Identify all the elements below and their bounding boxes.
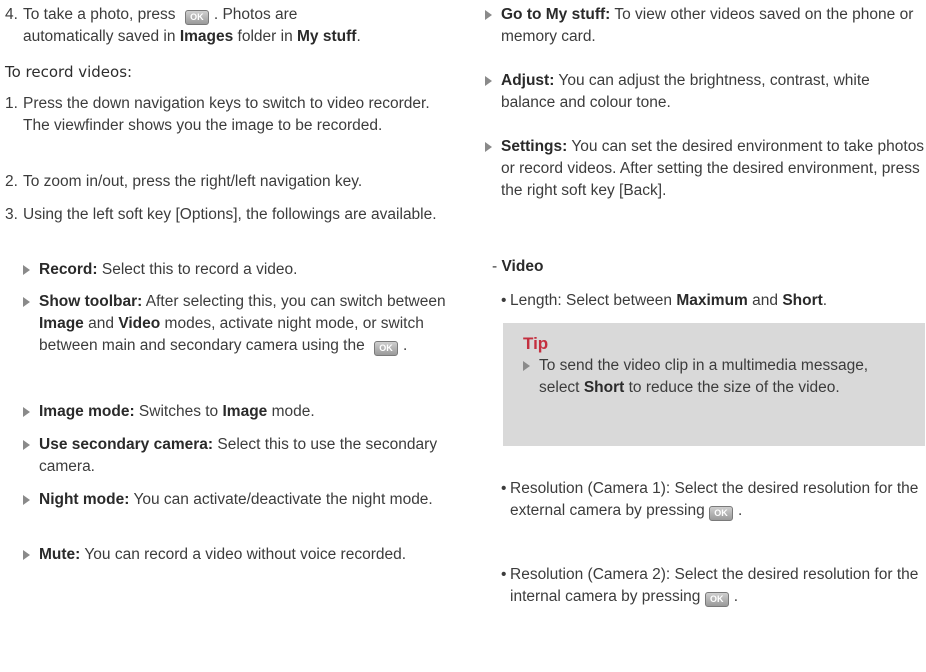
ok-key-icon: OK — [709, 506, 734, 521]
section-title: To record videos: — [5, 63, 133, 81]
step-1: 1. Press the down navigation keys to swi… — [5, 95, 430, 134]
bullet-mute: Mute: You can record a video without voi… — [23, 544, 453, 572]
bullet-settings: Settings: You can set the desired enviro… — [485, 136, 925, 202]
tip-title: Tip — [523, 334, 549, 353]
bullet-night-mode: Night mode: You can activate/deactivate … — [23, 489, 453, 517]
arrow-bullet-icon — [23, 550, 30, 560]
ok-key-icon: OK — [374, 341, 399, 356]
arrow-bullet-icon — [23, 265, 30, 275]
ok-key-icon: OK — [704, 592, 729, 607]
bullet-go-to-my-stuff: Go to My stuff: To view other videos sav… — [485, 4, 925, 48]
step-4: 4. To take a photo, press OK. Photos are… — [5, 4, 453, 48]
arrow-bullet-icon — [485, 142, 492, 152]
video-subheading: - Video — [492, 258, 544, 275]
step-number: 4. — [5, 6, 18, 23]
ok-key-icon: OK — [184, 10, 209, 25]
arrow-bullet-icon — [23, 297, 30, 307]
arrow-bullet-icon — [523, 361, 530, 371]
arrow-bullet-icon — [485, 76, 492, 86]
arrow-bullet-icon — [23, 440, 30, 450]
bullet-record: Record: Select this to record a video. — [23, 259, 453, 287]
bullet-secondary-camera: Use secondary camera: Select this to use… — [23, 434, 453, 478]
length-item: • Length: Select between Maximum and Sho… — [501, 292, 828, 309]
resolution-camera-1: • Resolution (Camera 1): Select the desi… — [501, 480, 919, 521]
bullet-adjust: Adjust: You can adjust the brightness, c… — [485, 70, 925, 114]
resolution-camera-2: • Resolution (Camera 2): Select the desi… — [501, 566, 919, 607]
tip-box: Tip To send the video clip in a multimed… — [503, 323, 925, 446]
arrow-bullet-icon — [23, 495, 30, 505]
tip-item: To send the video clip in a multimedia m… — [523, 355, 907, 399]
arrow-bullet-icon — [485, 10, 492, 20]
step-2: 2. To zoom in/out, press the right/left … — [5, 173, 363, 190]
arrow-bullet-icon — [23, 407, 30, 417]
bullet-show-toolbar: Show toolbar: After selecting this, you … — [23, 291, 453, 357]
step-3: 3. Using the left soft key [Options], th… — [5, 206, 437, 223]
bullet-image-mode: Image mode: Switches to Image mode. — [23, 401, 453, 429]
